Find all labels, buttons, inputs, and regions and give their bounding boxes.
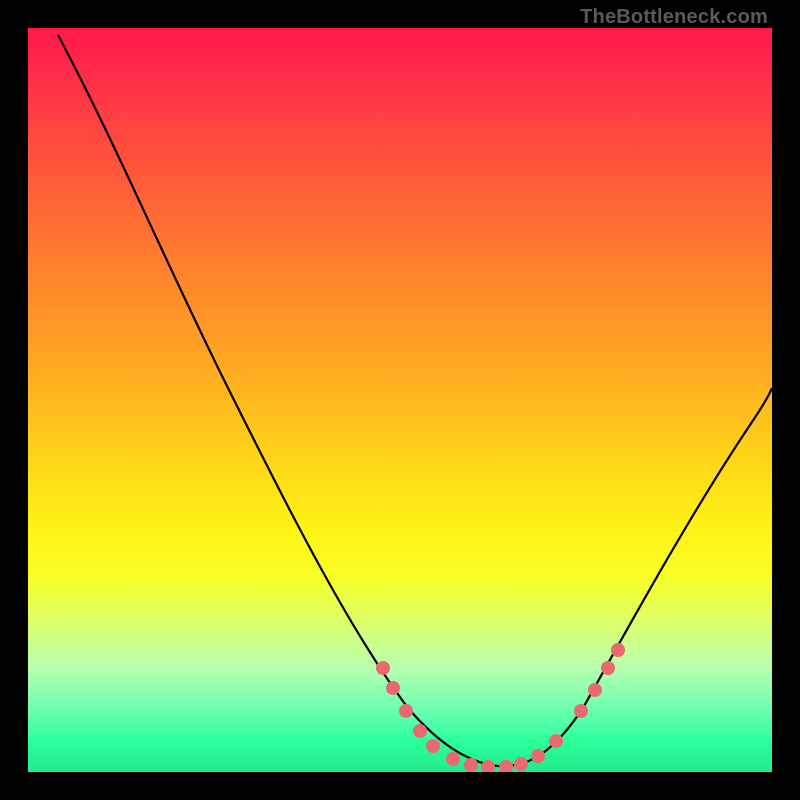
curve-layer: [28, 28, 772, 772]
marker-dot: [588, 683, 602, 697]
bottleneck-curve: [58, 35, 772, 766]
marker-dot: [481, 760, 495, 772]
marker-dot: [574, 704, 588, 718]
marker-dot: [464, 758, 478, 772]
marker-dot: [514, 757, 528, 771]
marker-dot: [446, 752, 460, 766]
marker-dot: [531, 749, 545, 763]
marker-dot: [499, 760, 513, 772]
marker-dot: [413, 724, 427, 738]
watermark-text: TheBottleneck.com: [580, 6, 768, 29]
marker-dot: [376, 661, 390, 675]
chart-frame: TheBottleneck.com: [0, 0, 800, 800]
marker-group: [376, 643, 625, 772]
marker-dot: [601, 661, 615, 675]
marker-dot: [386, 681, 400, 695]
marker-dot: [399, 704, 413, 718]
marker-dot: [426, 739, 440, 753]
marker-dot: [611, 643, 625, 657]
marker-dot: [549, 734, 563, 748]
